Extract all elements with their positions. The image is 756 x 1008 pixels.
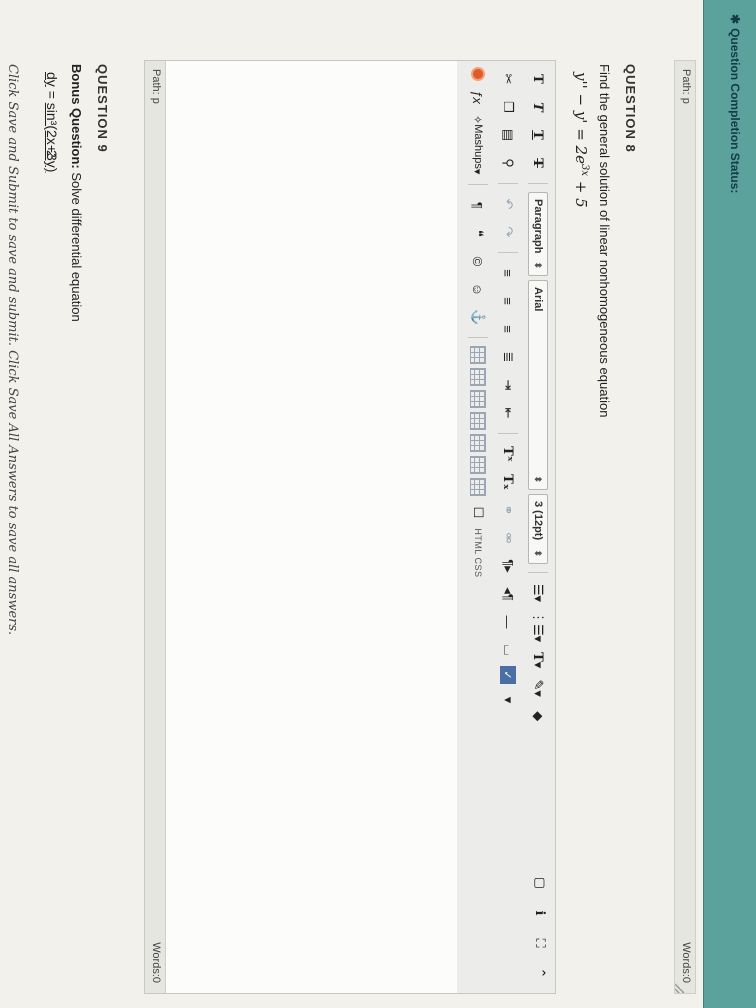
- table-delete-icon[interactable]: [470, 478, 486, 497]
- copyright-icon[interactable]: ©: [467, 249, 489, 273]
- fullscreen-icon[interactable]: ⛶: [529, 931, 551, 955]
- numbered-list-icon[interactable]: ⋮☰▾: [527, 609, 549, 644]
- bold-button[interactable]: T: [527, 67, 549, 91]
- subscript-icon[interactable]: Tₓ: [497, 470, 519, 494]
- question-8-equation: y'' − y' = 2e3x + 5: [572, 72, 590, 208]
- chevron-down-icon[interactable]: ▾: [497, 688, 519, 712]
- font-size-select[interactable]: 3 (12pt) ⬍: [528, 494, 548, 564]
- updown-arrow-icon: ⬍: [533, 261, 544, 269]
- checkbox-icon[interactable]: ☐: [467, 500, 489, 524]
- indent-icon[interactable]: ⇥: [497, 373, 519, 397]
- toolbar-separator: [498, 433, 518, 434]
- find-icon[interactable]: ⚲: [497, 151, 519, 175]
- table-icon[interactable]: [470, 346, 486, 365]
- rtl-icon[interactable]: ◂¶: [497, 582, 519, 606]
- record-icon[interactable]: [471, 67, 485, 81]
- toolbar-separator: [468, 184, 488, 186]
- previous-editor-statusbar: Path: p Words:0: [674, 60, 696, 994]
- word-count: Words:0: [680, 942, 692, 983]
- spellcheck-icon[interactable]: ✓: [500, 666, 516, 684]
- html-css-button[interactable]: HTML CSS: [473, 528, 483, 577]
- table-row-icon[interactable]: [470, 368, 486, 387]
- star-icon: ✱: [728, 14, 742, 25]
- horizontal-rule-icon[interactable]: —: [497, 610, 519, 634]
- resize-handle-icon[interactable]: [675, 983, 685, 993]
- underline-button[interactable]: T: [527, 123, 549, 147]
- toolbar-separator: [528, 183, 548, 184]
- highlight-pen-icon[interactable]: ✎▾: [527, 676, 549, 700]
- collapse-icon[interactable]: ⌃: [529, 961, 551, 985]
- ltr-icon[interactable]: ¶▸: [497, 554, 519, 578]
- word-count: Words:0: [150, 942, 162, 983]
- equation-dy: dy: [44, 72, 60, 87]
- paragraph-format-select[interactable]: Paragraph ⬍: [528, 192, 548, 276]
- toolbar-right-tools: ▢ ℹ ⛶ ⌃: [529, 871, 551, 985]
- font-family-select[interactable]: Arial ⬍: [528, 280, 548, 490]
- formula-icon[interactable]: ƒx: [467, 85, 489, 109]
- toolbar-row-2: ✂ ❐ ▤ ⚲ ↶ ↷ ≡ ≡ ≡ ≣ ⇥ ⇤ Tˣ Tₓ ⚭ ⚮ ¶▸ ◂¶ …: [495, 67, 521, 712]
- strikethrough-button[interactable]: T: [527, 151, 549, 175]
- completion-status-label: ✱Question Completion Status:: [728, 14, 742, 194]
- save-instructions: Click Save and Submit to save and submit…: [5, 64, 20, 636]
- mashups-menu[interactable]: ✧ Mashups ▾: [467, 113, 489, 176]
- superscript-icon[interactable]: Tˣ: [497, 442, 519, 466]
- preview-icon[interactable]: ▢: [529, 871, 551, 895]
- redo-icon[interactable]: ↷: [497, 220, 519, 244]
- toolbar-separator: [468, 337, 488, 339]
- italic-button[interactable]: T: [527, 95, 549, 119]
- align-right-icon[interactable]: ≡: [497, 317, 519, 341]
- editor-path: Path: p: [150, 69, 162, 104]
- toolbar-row-1: T T T T Paragraph ⬍ Arial ⬍ 3 (12pt) ⬍ ☰▾ ⋮…: [525, 67, 551, 728]
- bullet-list-icon[interactable]: ☰▾: [527, 581, 549, 605]
- editor-statusbar: Path: p Words:0: [145, 61, 166, 993]
- unlink-icon[interactable]: ⚮: [497, 526, 519, 550]
- align-center-icon[interactable]: ≡: [497, 289, 519, 313]
- table-split-icon[interactable]: [470, 456, 486, 475]
- mashups-icon: ✧: [471, 115, 484, 125]
- undo-icon[interactable]: ↶: [497, 192, 519, 216]
- link-icon[interactable]: ⚭: [497, 498, 519, 522]
- question-8-title: QUESTION 8: [623, 64, 638, 153]
- info-icon[interactable]: ℹ: [529, 901, 551, 925]
- answer-editor: T T T T Paragraph ⬍ Arial ⬍ 3 (12pt) ⬍ ☰▾ ⋮…: [144, 60, 556, 994]
- equation-rhs2: 2: [44, 150, 60, 158]
- equation-equals: =: [44, 90, 60, 99]
- updown-arrow-icon: ⬍: [533, 475, 544, 483]
- editor-toolbar: T T T T Paragraph ⬍ Arial ⬍ 3 (12pt) ⬍ ☰▾ ⋮…: [456, 61, 555, 993]
- toolbar-separator: [498, 252, 518, 253]
- quote-icon[interactable]: ❝: [467, 221, 489, 245]
- align-left-icon[interactable]: ≡: [497, 261, 519, 285]
- bonus-label: Bonus Question:: [69, 64, 84, 169]
- chevron-down-icon: ▾: [471, 168, 484, 175]
- toolbar-separator: [528, 572, 548, 573]
- anchor-icon[interactable]: ⚓: [467, 305, 489, 329]
- toolbar-separator: [498, 183, 518, 184]
- nonbreaking-space-icon[interactable]: ⌴: [497, 638, 519, 662]
- paragraph-mark-icon[interactable]: ¶: [467, 193, 489, 217]
- emoticon-icon[interactable]: ☺: [467, 277, 489, 301]
- completion-status-bar: ✱Question Completion Status:: [703, 0, 756, 1008]
- text-color-icon[interactable]: T▾: [527, 648, 549, 672]
- toolbar-row-3: ƒx ✧ Mashups ▾ ¶ ❝ © ☺ ⚓ ☐ HTML CSS: [465, 67, 491, 578]
- question-9-text: Bonus Question: Solve differential equat…: [69, 64, 84, 322]
- table-col-icon[interactable]: [470, 390, 486, 409]
- editor-text-area[interactable]: [167, 61, 457, 993]
- table-merge-icon[interactable]: [470, 434, 486, 453]
- table-cell-icon[interactable]: [470, 412, 486, 431]
- copy-icon[interactable]: ❐: [497, 95, 519, 119]
- page: ✱Question Completion Status: Path: p Wor…: [0, 0, 756, 1008]
- align-justify-icon[interactable]: ≣: [497, 345, 519, 369]
- question-8-text: Find the general solution of linear nonh…: [597, 64, 612, 418]
- cut-icon[interactable]: ✂: [497, 67, 519, 91]
- eraser-icon[interactable]: ◆: [527, 704, 549, 728]
- updown-arrow-icon: ⬍: [533, 549, 544, 557]
- equation-rhs: sin³(2x+3y): [44, 102, 60, 173]
- editor-path: Path: p: [680, 69, 692, 104]
- paste-icon[interactable]: ▤: [497, 123, 519, 147]
- outdent-icon[interactable]: ⇤: [497, 401, 519, 425]
- question-9-title: QUESTION 9: [95, 64, 110, 153]
